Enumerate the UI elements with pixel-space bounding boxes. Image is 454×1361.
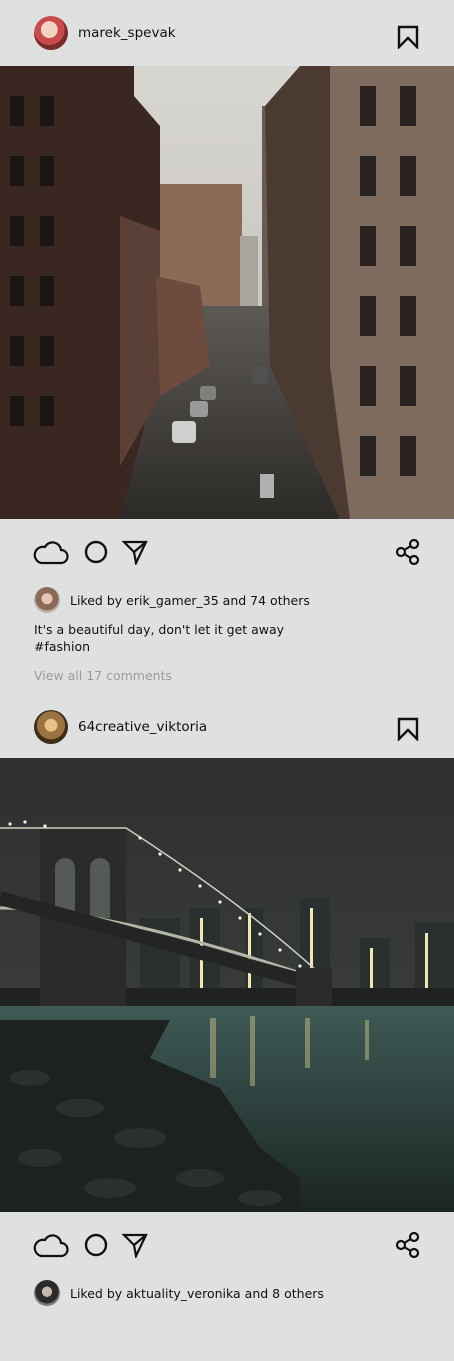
post-1: marek_spevak Liked by erik_gamer_35 and …	[0, 0, 454, 683]
post-actions	[0, 1212, 454, 1278]
liker-avatar[interactable]	[34, 587, 60, 613]
likes-suffix: and 8 others	[240, 1285, 324, 1301]
circle-icon[interactable]	[83, 539, 109, 565]
likes-row: Liked by erik_gamer_35 and 74 others	[0, 585, 454, 615]
likes-text[interactable]: Liked by aktuality_veronika and 8 others	[70, 1286, 324, 1301]
bookmark-icon[interactable]	[397, 25, 419, 49]
likes-row: Liked by aktuality_veronika and 8 others	[0, 1278, 454, 1308]
caption-hashtag[interactable]: #fashion	[34, 638, 420, 655]
likes-suffix: and 74 others	[218, 592, 310, 608]
bookmark-icon[interactable]	[397, 717, 419, 741]
likes-text[interactable]: Liked by erik_gamer_35 and 74 others	[70, 593, 310, 608]
caption-text: It's a beautiful day, don't let it get a…	[34, 622, 285, 637]
username[interactable]: 64creative_viktoria	[78, 719, 207, 735]
cloud-icon[interactable]	[33, 1232, 69, 1258]
liked-by-user[interactable]: aktuality_veronika	[126, 1286, 241, 1301]
post-actions	[0, 519, 454, 585]
liked-by-user[interactable]: erik_gamer_35	[126, 593, 219, 608]
send-arrow-icon[interactable]	[122, 1232, 148, 1258]
post-photo[interactable]	[0, 66, 454, 519]
likes-prefix: Liked by	[70, 1285, 127, 1301]
share-icon[interactable]	[394, 1231, 422, 1259]
caption: It's a beautiful day, don't let it get a…	[0, 615, 454, 655]
view-comments-link[interactable]: View all 17 comments	[0, 655, 454, 683]
post-header: 64creative_viktoria	[0, 696, 454, 758]
likes-prefix: Liked by	[70, 592, 127, 608]
avatar[interactable]	[34, 710, 68, 744]
username[interactable]: marek_spevak	[78, 25, 176, 41]
avatar[interactable]	[34, 16, 68, 50]
share-icon[interactable]	[394, 538, 422, 566]
circle-icon[interactable]	[83, 1232, 109, 1258]
post-photo[interactable]	[0, 758, 454, 1212]
cloud-icon[interactable]	[33, 539, 69, 565]
send-arrow-icon[interactable]	[122, 539, 148, 565]
post-2: 64creative_viktoria Liked by aktuality_v…	[0, 696, 454, 1308]
post-header: marek_spevak	[0, 0, 454, 66]
liker-avatar[interactable]	[34, 1280, 60, 1306]
feed: marek_spevak Liked by erik_gamer_35 and …	[0, 0, 454, 1308]
